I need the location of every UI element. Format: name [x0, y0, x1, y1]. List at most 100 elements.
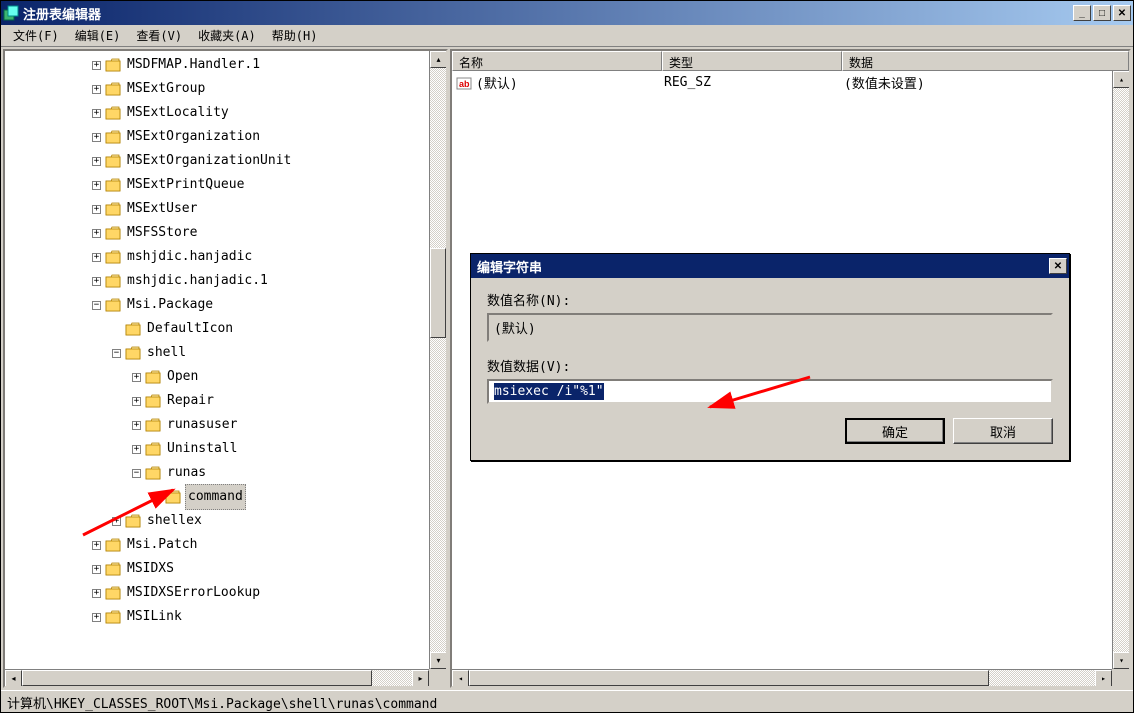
- close-button[interactable]: ✕: [1113, 5, 1131, 21]
- tree-label: MSIDXSErrorLookup: [125, 581, 262, 605]
- maximize-button[interactable]: □: [1093, 5, 1111, 21]
- expand-icon[interactable]: +: [92, 541, 101, 550]
- ok-button[interactable]: 确定: [845, 418, 945, 444]
- tree-item[interactable]: DefaultIcon: [5, 317, 446, 341]
- dialog-title: 编辑字符串: [473, 257, 1049, 276]
- menu-help[interactable]: 帮助(H): [264, 25, 326, 46]
- folder-icon: [105, 562, 121, 576]
- minimize-button[interactable]: _: [1073, 5, 1091, 21]
- tree-item[interactable]: + mshjdic.hanjadic.1: [5, 269, 446, 293]
- tree-item[interactable]: −Msi.Package: [5, 293, 446, 317]
- tree-label: runasuser: [165, 413, 239, 437]
- titlebar[interactable]: 注册表编辑器 _ □ ✕: [1, 1, 1133, 25]
- expand-icon[interactable]: +: [92, 205, 101, 214]
- tree-item[interactable]: + MSExtPrintQueue: [5, 173, 446, 197]
- tree-item[interactable]: + MSExtOrganizationUnit: [5, 149, 446, 173]
- expand-icon[interactable]: +: [92, 253, 101, 262]
- data-label: 数值数据(V):: [487, 356, 1053, 375]
- menu-view[interactable]: 查看(V): [128, 25, 190, 46]
- tree-label: mshjdic.hanjadic: [125, 245, 254, 269]
- tree-item[interactable]: + MSDFMAP.Handler.1: [5, 53, 446, 77]
- tree-label: shellex: [145, 509, 204, 533]
- tree-label: MSExtPrintQueue: [125, 173, 246, 197]
- tree-item[interactable]: +MSExtUser: [5, 197, 446, 221]
- collapse-icon[interactable]: −: [112, 349, 121, 358]
- list-vscrollbar[interactable]: ▴ ▾: [1112, 71, 1129, 669]
- name-label: 数值名称(N):: [487, 290, 1053, 309]
- tree-label: MSIDXS: [125, 557, 176, 581]
- tree-item[interactable]: + runasuser: [5, 413, 446, 437]
- expand-icon[interactable]: +: [92, 157, 101, 166]
- expand-icon[interactable]: +: [92, 565, 101, 574]
- tree-vscrollbar[interactable]: ▴ ▾: [429, 51, 446, 669]
- col-name[interactable]: 名称: [452, 51, 662, 71]
- folder-icon: [105, 202, 121, 216]
- expand-icon[interactable]: +: [132, 445, 141, 454]
- tree-label: Repair: [165, 389, 216, 413]
- expand-icon[interactable]: +: [132, 373, 141, 382]
- expand-icon[interactable]: +: [92, 133, 101, 142]
- tree-item[interactable]: +MSExtLocality: [5, 101, 446, 125]
- registry-tree[interactable]: + MSDFMAP.Handler.1 + MSExtGroup+MSExtLocal…: [5, 51, 446, 631]
- col-data[interactable]: 数据: [842, 51, 1129, 71]
- folder-icon: [105, 538, 121, 552]
- col-type[interactable]: 类型: [662, 51, 842, 71]
- tree-label: MSExtOrganizationUnit: [125, 149, 293, 173]
- list-hscrollbar[interactable]: ◂ ▸: [452, 669, 1112, 686]
- tree-label: Uninstall: [165, 437, 239, 461]
- tree-item[interactable]: + shellex: [5, 509, 446, 533]
- tree-item[interactable]: + mshjdic.hanjadic: [5, 245, 446, 269]
- menu-favorites[interactable]: 收藏夹(A): [190, 25, 264, 46]
- expand-icon[interactable]: +: [92, 613, 101, 622]
- tree-hscrollbar[interactable]: ◂ ▸: [5, 669, 429, 686]
- tree-label: mshjdic.hanjadic.1: [125, 269, 270, 293]
- cancel-button[interactable]: 取消: [953, 418, 1053, 444]
- tree-item[interactable]: + MSExtGroup: [5, 77, 446, 101]
- folder-icon: [125, 346, 141, 360]
- expand-icon[interactable]: +: [132, 421, 141, 430]
- menubar: 文件(F) 编辑(E) 查看(V) 收藏夹(A) 帮助(H): [1, 25, 1133, 47]
- tree-item[interactable]: +Msi.Patch: [5, 533, 446, 557]
- collapse-icon[interactable]: −: [92, 301, 101, 310]
- folder-icon: [105, 154, 121, 168]
- tree-item[interactable]: +Open: [5, 365, 446, 389]
- expand-icon[interactable]: +: [92, 229, 101, 238]
- expand-icon[interactable]: +: [92, 85, 101, 94]
- folder-icon: [145, 370, 161, 384]
- edit-string-dialog: 编辑字符串 ✕ 数值名称(N): (默认) 数值数据(V): msiexec /…: [470, 253, 1070, 461]
- tree-item[interactable]: + Repair: [5, 389, 446, 413]
- menu-edit[interactable]: 编辑(E): [67, 25, 129, 46]
- tree-item[interactable]: + MSIDXSErrorLookup: [5, 581, 446, 605]
- tree-label: MSDFMAP.Handler.1: [125, 53, 262, 77]
- value-name: (默认): [476, 73, 664, 92]
- value-type: REG_SZ: [664, 75, 844, 90]
- expand-icon[interactable]: +: [92, 277, 101, 286]
- expand-icon[interactable]: +: [92, 109, 101, 118]
- folder-icon: [105, 58, 121, 72]
- dialog-close-button[interactable]: ✕: [1049, 258, 1067, 274]
- folder-icon: [105, 130, 121, 144]
- folder-icon: [165, 490, 181, 504]
- data-input[interactable]: msiexec /i"%1": [487, 379, 1053, 404]
- tree-item[interactable]: −runas: [5, 461, 446, 485]
- tree-label: MSExtGroup: [125, 77, 207, 101]
- expand-icon[interactable]: +: [112, 517, 121, 526]
- tree-item[interactable]: −shell: [5, 341, 446, 365]
- tree-item[interactable]: +MSILink: [5, 605, 446, 629]
- value-row[interactable]: (默认) REG_SZ (数值未设置): [452, 71, 1129, 94]
- dialog-titlebar[interactable]: 编辑字符串 ✕: [471, 254, 1069, 278]
- tree-item[interactable]: + Uninstall: [5, 437, 446, 461]
- tree-label: MSFSStore: [125, 221, 199, 245]
- expand-icon[interactable]: +: [92, 61, 101, 70]
- expand-icon[interactable]: +: [92, 181, 101, 190]
- tree-item[interactable]: + MSFSStore: [5, 221, 446, 245]
- collapse-icon[interactable]: −: [132, 469, 141, 478]
- menu-file[interactable]: 文件(F): [5, 25, 67, 46]
- expand-icon[interactable]: +: [132, 397, 141, 406]
- tree-item[interactable]: + MSIDXS: [5, 557, 446, 581]
- list-header: 名称 类型 数据: [452, 51, 1129, 71]
- expand-icon[interactable]: +: [92, 589, 101, 598]
- tree-item[interactable]: command: [5, 485, 446, 509]
- tree-item[interactable]: +MSExtOrganization: [5, 125, 446, 149]
- tree-label: DefaultIcon: [145, 317, 235, 341]
